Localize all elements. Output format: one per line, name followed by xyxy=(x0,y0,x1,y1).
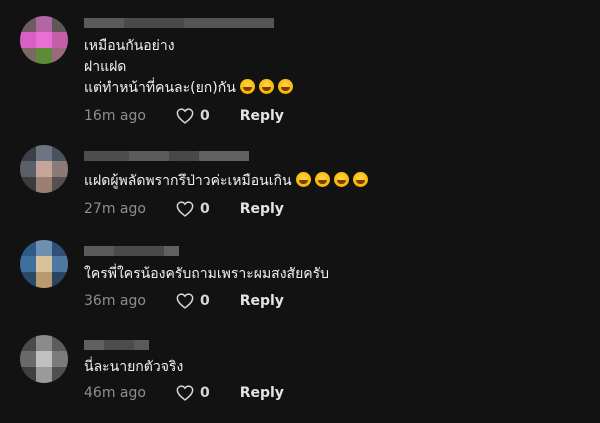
heart-icon xyxy=(176,108,194,124)
grinning-face-emoji xyxy=(277,79,293,94)
avatar[interactable] xyxy=(20,240,68,288)
like-count: 0 xyxy=(199,293,210,309)
timestamp: 27m ago xyxy=(84,201,146,217)
grinning-face-emoji xyxy=(239,79,255,94)
username-blurred[interactable] xyxy=(84,340,149,350)
heart-icon xyxy=(176,293,194,309)
like-button[interactable]: 0 xyxy=(176,293,210,309)
username-blurred[interactable] xyxy=(84,151,249,161)
comment-text: เหมือนกันอย่าง ฝาแฝด แต่ทำหน้าที่คนละ(ยก… xyxy=(84,36,293,99)
comment-meta: 36m ago 0 Reply xyxy=(84,293,284,309)
comment-text: ใครพี่ใครน้องครับถามเพราะผมสงสัยครับ xyxy=(84,266,330,282)
comment-text: นี่ละนายกตัวจริง xyxy=(84,359,184,375)
like-count: 0 xyxy=(199,201,210,217)
heart-icon xyxy=(176,201,194,217)
rolling-laughing-emoji xyxy=(295,172,311,187)
reply-button[interactable]: Reply xyxy=(240,293,284,309)
comment-meta: 16m ago 0 Reply xyxy=(84,108,284,124)
comment-text: แฝดผู้พลัดพรากรึป่าวค่ะเหมือนเกิน xyxy=(84,171,368,192)
grinning-face-emoji xyxy=(258,79,274,94)
comment-meta: 46m ago 0 Reply xyxy=(84,385,284,401)
avatar[interactable] xyxy=(20,16,68,64)
reply-button[interactable]: Reply xyxy=(240,201,284,217)
rolling-laughing-emoji xyxy=(333,172,349,187)
timestamp: 16m ago xyxy=(84,108,146,124)
rolling-laughing-emoji xyxy=(352,172,368,187)
like-count: 0 xyxy=(199,385,210,401)
username-blurred[interactable] xyxy=(84,246,179,256)
timestamp: 36m ago xyxy=(84,293,146,309)
like-button[interactable]: 0 xyxy=(176,108,210,124)
username-blurred[interactable] xyxy=(84,18,274,28)
reply-button[interactable]: Reply xyxy=(240,108,284,124)
avatar[interactable] xyxy=(20,145,68,193)
heart-icon xyxy=(176,385,194,401)
timestamp: 46m ago xyxy=(84,385,146,401)
reply-button[interactable]: Reply xyxy=(240,385,284,401)
like-count: 0 xyxy=(199,108,210,124)
rolling-laughing-emoji xyxy=(314,172,330,187)
avatar[interactable] xyxy=(20,335,68,383)
like-button[interactable]: 0 xyxy=(176,385,210,401)
comment-meta: 27m ago 0 Reply xyxy=(84,201,284,217)
like-button[interactable]: 0 xyxy=(176,201,210,217)
